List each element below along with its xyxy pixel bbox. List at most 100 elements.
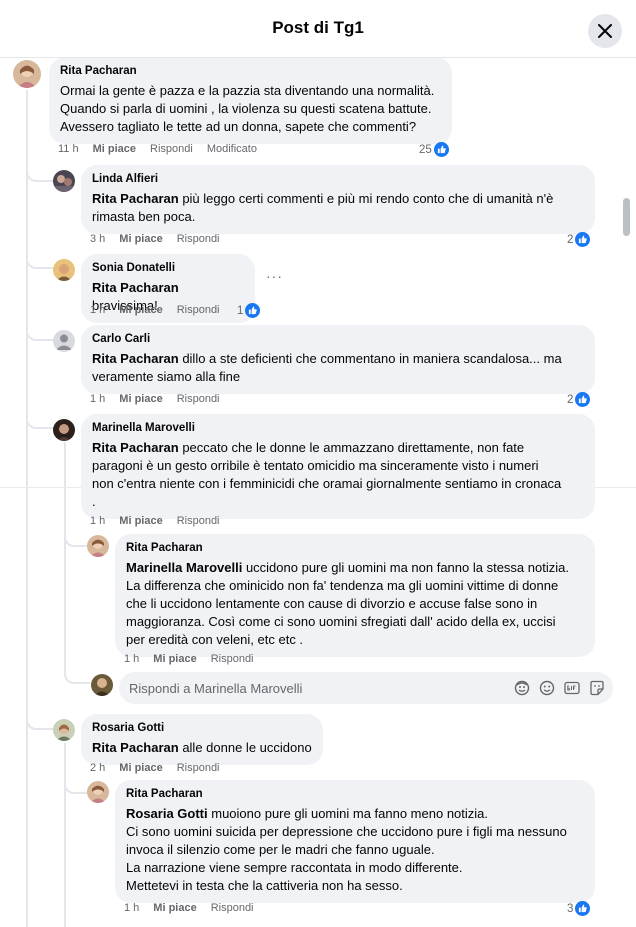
close-button[interactable]: [588, 14, 622, 48]
mention-link[interactable]: Rita Pacharan: [92, 351, 179, 366]
comment-text: maggioranza. Così come ci sono uomini sf…: [126, 614, 556, 629]
thread-connector: [26, 700, 54, 730]
thread-line: [26, 90, 28, 927]
avatar-sticker-icon[interactable]: [514, 680, 530, 696]
comment-text: Ormai la gente è pazza e la pazzia sta d…: [60, 83, 435, 98]
comment-timestamp[interactable]: 1 h: [124, 902, 139, 914]
like-button[interactable]: Mi piace: [93, 143, 136, 155]
avatar[interactable]: [53, 259, 75, 281]
avatar[interactable]: [13, 60, 41, 88]
comment-text: Quando si parla di uomini , la violenza …: [60, 101, 432, 116]
comment-text: Rita Pacharan dillo a ste deficienti che…: [92, 350, 584, 368]
comment-timestamp[interactable]: 1 h: [90, 304, 105, 316]
mention-link[interactable]: Rita Pacharan: [92, 740, 179, 755]
comment-author[interactable]: Linda Alfieri: [92, 172, 584, 187]
reply-input[interactable]: [129, 672, 509, 704]
comment-timestamp[interactable]: 1 h: [90, 393, 105, 405]
thread-connector: [26, 160, 54, 182]
reaction-number: 2: [567, 393, 574, 406]
thread-connector: [26, 405, 54, 429]
comment-timestamp[interactable]: 11 h: [58, 143, 79, 155]
comment-author[interactable]: Rita Pacharan: [126, 541, 584, 556]
reply-button[interactable]: Rispondi: [177, 304, 220, 316]
comment-bubble: Rita Pacharan Marinella Marovelli uccido…: [115, 534, 595, 657]
avatar-silhouette-icon: [53, 330, 75, 352]
comment-actions: 2 h Mi piace Rispondi: [90, 762, 220, 774]
like-button[interactable]: Mi piace: [119, 233, 162, 245]
reaction-count[interactable]: 2: [567, 232, 591, 247]
comment-timestamp[interactable]: 3 h: [90, 233, 105, 245]
like-button[interactable]: Mi piace: [119, 304, 162, 316]
mention-link[interactable]: Marinella Marovelli: [126, 560, 242, 575]
thread-line: [64, 743, 66, 927]
comment-text: Rita Pacharan alle donne le uccidono: [92, 739, 312, 757]
comment-author[interactable]: Rita Pacharan: [126, 787, 584, 802]
like-button[interactable]: Mi piace: [153, 902, 196, 914]
dialog-header: Post di Tg1: [0, 0, 636, 58]
comment-actions: 1 h Mi piace Rispondi: [90, 515, 220, 527]
avatar[interactable]: [53, 170, 75, 192]
comment-author[interactable]: Rita Pacharan: [60, 64, 441, 79]
comment-author[interactable]: Rosaria Gotti: [92, 721, 312, 736]
comment-text-part: più leggo certi commenti e più mi rendo …: [178, 191, 554, 206]
current-user-avatar[interactable]: [91, 674, 113, 696]
reply-button[interactable]: Rispondi: [177, 393, 220, 405]
mention-link[interactable]: Rosaria Gotti: [126, 806, 208, 821]
reaction-count[interactable]: 3: [567, 901, 591, 916]
reply-button[interactable]: Rispondi: [177, 233, 220, 245]
dialog-title: Post di Tg1: [272, 18, 364, 37]
comment-text-part: dillo a ste deficienti che commentano in…: [178, 351, 562, 366]
reply-button[interactable]: Rispondi: [177, 515, 220, 527]
more-icon[interactable]: ···: [266, 268, 283, 284]
reply-button[interactable]: Rispondi: [150, 143, 193, 155]
like-button[interactable]: Mi piace: [119, 515, 162, 527]
gif-icon[interactable]: [564, 680, 580, 696]
mention-link[interactable]: Rita Pacharan: [92, 280, 179, 295]
comment-timestamp[interactable]: 1 h: [90, 515, 105, 527]
comment-text: Avessero tagliato le tette ad un donna, …: [60, 119, 417, 134]
comment-text: Marinella Marovelli uccidono pure gli uo…: [126, 559, 584, 577]
like-button[interactable]: Mi piace: [119, 762, 162, 774]
comment-text: che li uccidono lentamente con cause di …: [126, 596, 538, 611]
sticker-icon[interactable]: [589, 680, 605, 696]
comment-bubble: Carlo Carli Rita Pacharan dillo a ste de…: [81, 325, 595, 394]
avatar[interactable]: [53, 719, 75, 741]
comment-timestamp[interactable]: 2 h: [90, 762, 105, 774]
avatar[interactable]: [53, 419, 75, 441]
reply-button[interactable]: Rispondi: [177, 762, 220, 774]
comment-timestamp[interactable]: 1 h: [124, 653, 139, 665]
mention-link[interactable]: Rita Pacharan: [92, 191, 179, 206]
like-icon: [433, 142, 449, 157]
like-button[interactable]: Mi piace: [153, 653, 196, 665]
comment-author[interactable]: Carlo Carli: [92, 332, 584, 347]
comment-actions: 1 h Mi piace Rispondi: [124, 902, 254, 914]
comment-text: La narrazione viene sempre raccontata in…: [126, 860, 463, 875]
reply-button[interactable]: Rispondi: [211, 653, 254, 665]
comment-text: Rita Pacharan più leggo certi commenti e…: [92, 190, 584, 208]
avatar[interactable]: [53, 330, 75, 352]
comment-author[interactable]: Marinella Marovelli: [92, 421, 584, 436]
comment-text: veramente siamo alla fine: [92, 369, 241, 384]
reaction-number: 3: [567, 902, 574, 915]
reply-button[interactable]: Rispondi: [211, 902, 254, 914]
mention-link[interactable]: Rita Pacharan: [92, 440, 179, 455]
comment-bubble: Rita Pacharan Rosaria Gotti muoiono pure…: [115, 780, 595, 903]
avatar[interactable]: [87, 535, 109, 557]
scrollbar-thumb[interactable]: [623, 198, 630, 236]
emoji-icon[interactable]: [539, 680, 555, 696]
comment-text: non c'entra niente con i femminicidi che…: [92, 476, 562, 491]
thread-connector: [26, 315, 54, 341]
comment-text: Rosaria Gotti muoiono pure gli uomini ma…: [126, 805, 584, 823]
reaction-count[interactable]: 2: [567, 392, 591, 407]
reaction-count[interactable]: 1: [237, 303, 261, 318]
comment-text: paragoni è un gesto orribile è tentato o…: [92, 458, 539, 473]
like-button[interactable]: Mi piace: [119, 393, 162, 405]
comment-author[interactable]: Sonia Donatelli: [92, 261, 244, 276]
comment-actions: 3 h Mi piace Rispondi: [90, 233, 220, 245]
thread-connector: [26, 245, 54, 269]
reaction-number: 1: [237, 304, 244, 317]
comment-text-part: uccidono pure gli uomini ma non fanno la…: [242, 560, 569, 575]
like-icon: [575, 392, 591, 407]
reaction-count[interactable]: 25: [419, 142, 449, 157]
avatar[interactable]: [87, 781, 109, 803]
